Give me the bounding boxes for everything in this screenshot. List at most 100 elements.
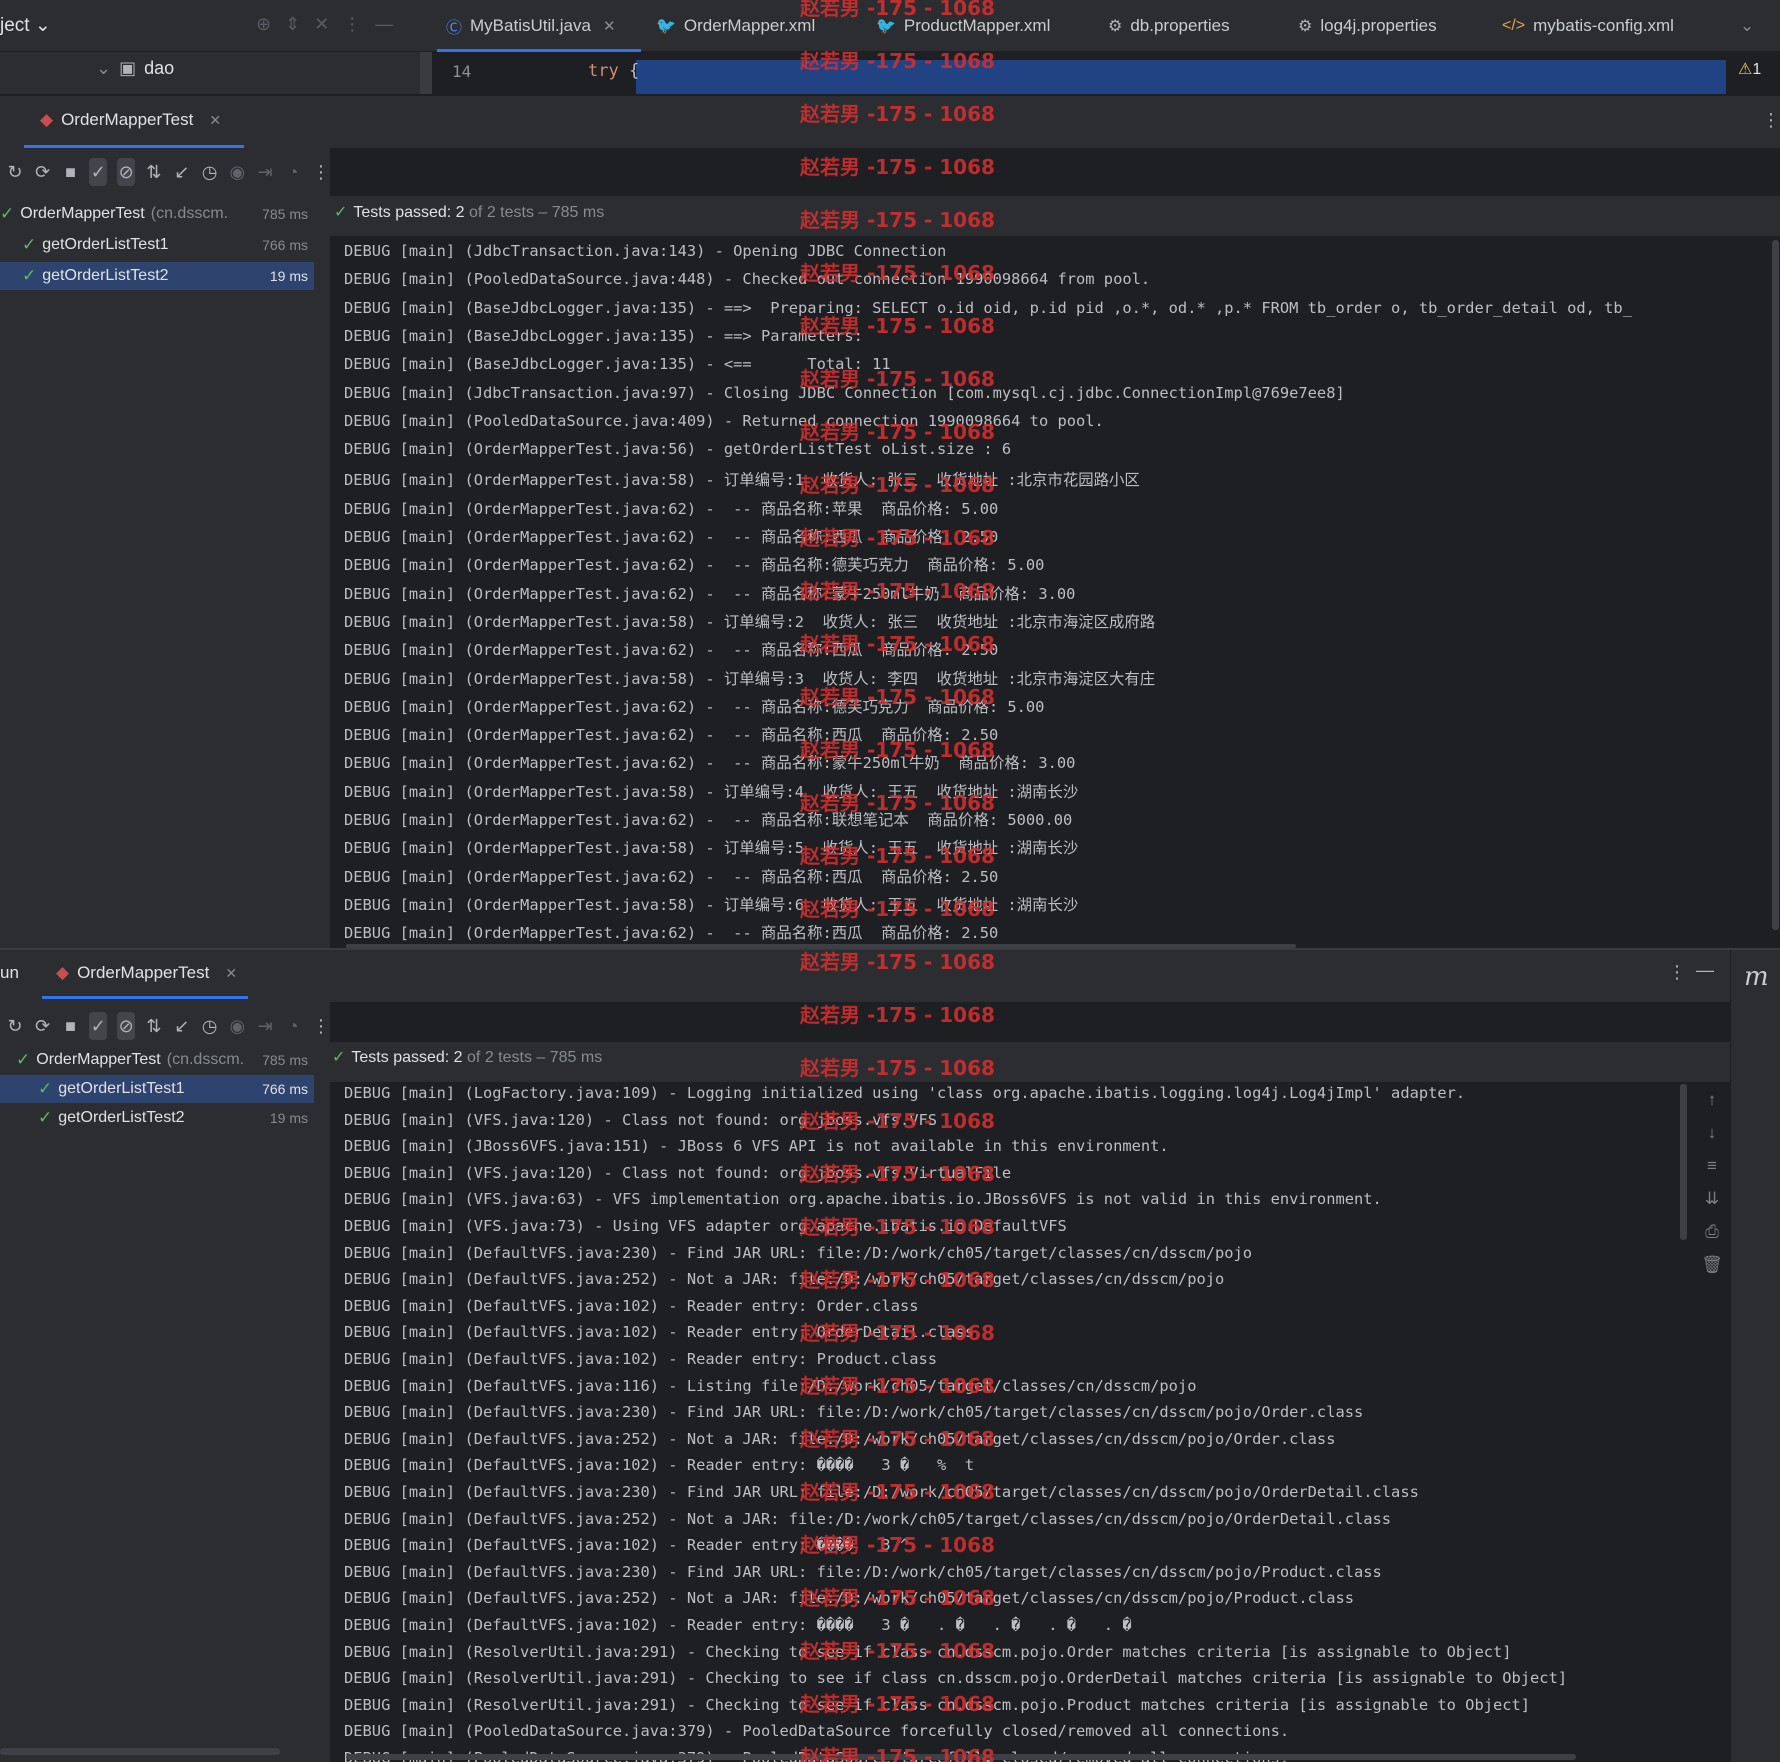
console-line: DEBUG [main] (OrderMapperTest.java:62) -… — [344, 811, 1073, 829]
console-line: DEBUG [main] (OrderMapperTest.java:58) -… — [344, 782, 1079, 801]
run-label: un — [0, 963, 19, 982]
more-icon[interactable]: ⋮ — [1762, 110, 1780, 131]
tabs-overflow-button[interactable]: ⌄ — [1740, 0, 1754, 52]
project-tree-item-dao[interactable]: ⌄ ▣ dao — [96, 58, 174, 79]
check-icon: ✓ — [334, 204, 348, 221]
warning-count: 1 — [1752, 61, 1762, 78]
warning-badge[interactable]: ⚠1 — [1738, 59, 1761, 79]
gear-icon: ⚙ — [1108, 18, 1123, 35]
more-icon[interactable]: ⋮ — [312, 158, 330, 186]
import-icon[interactable]: ↙ — [173, 158, 191, 186]
close-icon[interactable]: ✕ — [603, 17, 616, 35]
editor-tab-label: log4j.properties — [1320, 16, 1437, 35]
package-folder-icon: ▣ — [119, 58, 137, 78]
check-icon: ✓ — [332, 1049, 346, 1066]
editor-tab-ordermapper[interactable]: 🐦 OrderMapper.xml — [656, 0, 815, 52]
arrow-up-icon[interactable]: ↑ — [1708, 1090, 1717, 1110]
soft-wrap-icon[interactable]: ≡ — [1707, 1156, 1717, 1176]
editor-tab-productmapper[interactable]: 🐦 ProductMapper.xml — [876, 0, 1050, 52]
console-line: DEBUG [main] (OrderMapperTest.java:62) -… — [344, 754, 1076, 773]
close-icon[interactable]: ✕ — [209, 112, 221, 129]
tree-item-getorderlisttest2[interactable]: ✓ getOrderListTest2 19 ms — [0, 1104, 314, 1132]
rerun-icon[interactable]: ↻ — [6, 158, 24, 186]
export-icon[interactable]: ⇥ — [256, 1012, 274, 1040]
scrollbar-h[interactable] — [0, 1748, 280, 1755]
stop-icon[interactable]: ■ — [62, 158, 80, 186]
scrollbar-h[interactable] — [346, 1754, 1576, 1760]
run-tab-ordermappertest[interactable]: ◆ OrderMapperTest ✕ — [56, 963, 237, 983]
show-ignored-icon[interactable]: ⊘ — [117, 158, 136, 186]
console-line: DEBUG [main] (ResolverUtil.java:291) - C… — [344, 1642, 1512, 1661]
sort-icon[interactable]: ⇅ — [145, 1012, 163, 1040]
console-line: DEBUG [main] (JdbcTransaction.java:97) -… — [344, 383, 1345, 402]
rerun-icon[interactable]: ↻ — [6, 1012, 24, 1040]
more-icon[interactable]: ⋮ — [312, 1012, 330, 1040]
console-line: DEBUG [main] (DefaultVFS.java:116) - Lis… — [344, 1376, 1197, 1395]
rerun-failed-icon[interactable]: ⟳ — [34, 158, 52, 186]
tree-item-getorderlisttest1[interactable]: ✓ getOrderListTest1 766 ms — [0, 231, 314, 259]
console-output[interactable]: DEBUG [main] (LogFactory.java:109) - Log… — [330, 1082, 1690, 1762]
editor-tab-db-properties[interactable]: ⚙ db.properties — [1108, 0, 1230, 52]
trash-icon[interactable]: 🗑 — [1701, 1255, 1723, 1275]
history-icon[interactable]: ◷ — [201, 1012, 219, 1040]
minimize-icon[interactable]: — — [1696, 960, 1714, 981]
console-output[interactable]: DEBUG [main] (JdbcTransaction.java:143) … — [330, 236, 1770, 948]
more-icon[interactable]: ⋮ — [1668, 962, 1686, 983]
editor-tab-label: db.properties — [1130, 16, 1230, 35]
camera-icon[interactable]: ◉ — [229, 1012, 247, 1040]
scrollbar-v[interactable] — [420, 52, 432, 94]
arrow-down-icon[interactable]: ↓ — [1708, 1123, 1717, 1143]
history-icon[interactable]: ◷ — [201, 158, 219, 186]
scrollbar-v[interactable] — [1680, 1084, 1687, 1240]
scrollbar-v[interactable] — [1772, 240, 1779, 930]
console-line: DEBUG [main] (OrderMapperTest.java:56) -… — [344, 440, 1012, 459]
close-icon[interactable]: ✕ — [225, 965, 237, 982]
hide-icon[interactable]: — — [375, 14, 393, 35]
stop-icon[interactable]: ■ — [62, 1012, 80, 1040]
tree-item-ordermappertest[interactable]: ✓ OrderMapperTest (cn.dsscm. 785 ms — [0, 1046, 314, 1074]
editor-tab-label: OrderMapper.xml — [683, 16, 816, 35]
locate-icon[interactable]: ⊕ — [256, 14, 271, 35]
camera-icon[interactable]: ◉ — [229, 158, 247, 186]
test-name: getOrderListTest2 — [58, 1109, 185, 1126]
show-ignored-icon[interactable]: ⊘ — [117, 1012, 136, 1040]
editor-tab-mybatis-config[interactable]: </> mybatis-config.xml — [1502, 0, 1674, 52]
status-detail: of 2 tests – 785 ms — [467, 1049, 603, 1066]
console-line: DEBUG [main] (VFS.java:73) - Using VFS a… — [344, 1217, 1067, 1235]
scroll-to-end-icon[interactable]: ⇊ — [1705, 1189, 1719, 1209]
show-passed-icon[interactable]: ✓ — [89, 158, 108, 186]
expand-icon[interactable]: ⇕ — [285, 14, 300, 35]
console-line: DEBUG [main] (DefaultVFS.java:252) - Not… — [344, 1429, 1336, 1448]
code-line[interactable]: try { — [588, 61, 639, 81]
coverage-icon[interactable]: ◔ — [284, 158, 302, 186]
warning-icon: ⚠ — [1738, 61, 1753, 78]
export-icon[interactable]: ⇥ — [256, 158, 274, 186]
status-strong: Tests passed: 2 — [353, 204, 465, 221]
rerun-failed-icon[interactable]: ⟳ — [34, 1012, 52, 1040]
collapse-icon[interactable]: ✕ — [314, 14, 329, 35]
check-icon: ✓ — [22, 235, 37, 254]
console-line: DEBUG [main] (BaseJdbcLogger.java:135) -… — [344, 298, 1632, 317]
run-tab-ordermappertest[interactable]: ◆ OrderMapperTest ✕ — [40, 110, 221, 130]
import-icon[interactable]: ↙ — [173, 1012, 191, 1040]
maven-icon[interactable]: m — [1744, 962, 1769, 992]
tree-item-ordermappertest[interactable]: ✓ OrderMapperTest (cn.dsscm. 785 ms — [0, 200, 314, 228]
console-line: DEBUG [main] (PooledDataSource.java:448)… — [344, 270, 1151, 289]
tree-item-getorderlisttest2[interactable]: ✓ getOrderListTest2 19 ms — [0, 262, 314, 290]
more-icon[interactable]: ⋮ — [343, 14, 361, 35]
test-name: OrderMapperTest — [20, 205, 145, 222]
console-line: DEBUG [main] (OrderMapperTest.java:58) -… — [344, 471, 1140, 490]
line-number: 14 — [452, 62, 472, 81]
sort-icon[interactable]: ⇅ — [145, 158, 163, 186]
editor-tab-log4j-properties[interactable]: ⚙ log4j.properties — [1298, 0, 1437, 52]
tree-item-getorderlisttest1[interactable]: ✓ getOrderListTest1 766 ms — [0, 1075, 314, 1103]
print-icon[interactable]: ⎙ — [1705, 1222, 1719, 1242]
project-view-selector[interactable]: ject ⌄ — [0, 14, 51, 37]
console-line: DEBUG [main] (BaseJdbcLogger.java:135) -… — [344, 326, 873, 345]
show-passed-icon[interactable]: ✓ — [89, 1012, 108, 1040]
coverage-icon[interactable]: ◔ — [284, 1012, 302, 1040]
test-package: (cn.dsscm. — [150, 205, 229, 222]
console-line: DEBUG [main] (DefaultVFS.java:102) - Rea… — [344, 1350, 938, 1368]
tests-status: ✓ Tests passed: 2 of 2 tests – 785 ms — [332, 1047, 602, 1067]
editor-tab-mybatisutil[interactable]: Ⓒ MyBatisUtil.java ✕ — [446, 0, 616, 52]
